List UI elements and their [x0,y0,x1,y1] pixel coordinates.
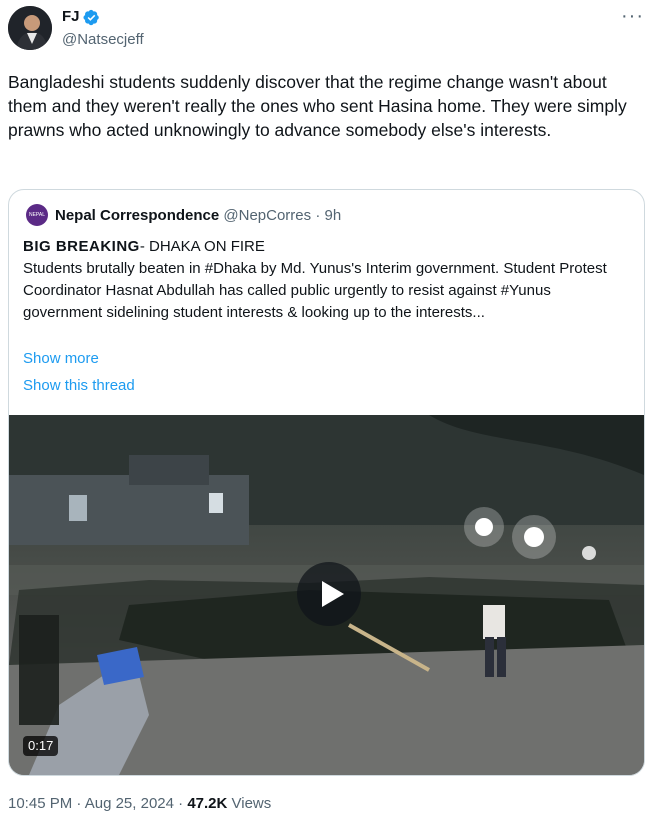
video-player[interactable]: 0:17 [9,415,644,775]
author-avatar[interactable] [8,6,52,50]
quoted-lead: BIG BREAKING [23,238,140,255]
author-name[interactable]: FJ [62,7,80,27]
verified-badge-icon [83,9,99,26]
view-count[interactable]: 47.2K [187,795,227,812]
show-more-link[interactable]: Show more [23,349,99,369]
play-icon [322,581,344,607]
quoted-body: Students brutally beaten in #Dhaka by Md… [23,260,607,321]
quoted-timestamp[interactable]: 9h [325,207,342,224]
quoted-author-avatar[interactable]: NEPAL [26,204,48,226]
video-duration: 0:17 [23,736,59,756]
tweet-time[interactable]: 10:45 PM [8,795,72,812]
quoted-tweet[interactable]: NEPAL Nepal Correspondence @NepCorres · … [8,189,645,776]
play-button[interactable] [297,562,361,626]
views-label: Views [227,795,272,812]
quoted-separator: · [315,207,321,224]
more-options-icon[interactable]: ··· [621,6,644,26]
author-avatar-image [8,6,52,50]
meta-separator: · [173,795,188,812]
tweet-text: Bangladeshi students suddenly discover t… [8,72,627,140]
tweet-meta: 10:45 PM · Aug 25, 2024 · 47.2K Views [8,794,271,814]
quoted-author-name[interactable]: Nepal Correspondence [55,207,219,224]
quoted-author-handle[interactable]: @NepCorres [223,207,311,224]
quoted-header: Nepal Correspondence @NepCorres · 9h [55,207,341,225]
author-handle[interactable]: @Natsecjeff [62,30,144,50]
quoted-lead-rest: - DHAKA ON FIRE [139,238,265,255]
show-thread-link[interactable]: Show this thread [23,376,135,396]
tweet-date[interactable]: Aug 25, 2024 [85,795,174,812]
meta-separator: · [72,795,85,812]
quoted-text: BIG BREAKING- DHAKA ON FIRE Students bru… [23,236,633,324]
